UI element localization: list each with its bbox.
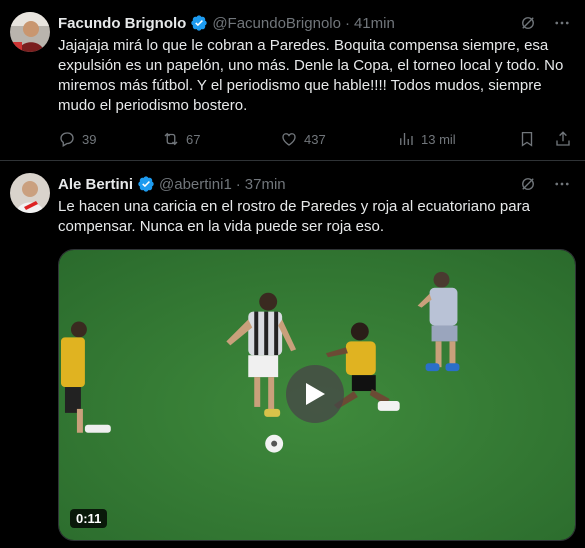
verified-badge-icon	[137, 175, 155, 193]
reply-button[interactable]: 39	[58, 130, 96, 148]
tweet-actions: 39 67 437 13 mil	[58, 130, 572, 150]
share-icon	[556, 131, 570, 146]
tweet[interactable]: Ale Bertini @abertini1 · 37min Le hacen …	[0, 161, 585, 548]
timestamp[interactable]: 37min	[245, 176, 286, 193]
timeline-feed: Facundo Brignolo @FacundoBrignolo · 41mi…	[0, 0, 585, 548]
reply-icon	[60, 132, 74, 147]
author-handle[interactable]: @FacundoBrignolo	[212, 15, 341, 32]
like-button[interactable]: 437	[280, 130, 326, 148]
grok-icon[interactable]	[519, 175, 537, 193]
more-icon[interactable]	[553, 175, 571, 193]
tweet-text: Le hacen una caricia en el rostro de Par…	[58, 198, 530, 235]
more-icon[interactable]	[553, 14, 571, 32]
avatar[interactable]	[10, 173, 50, 213]
like-count: 437	[304, 131, 326, 147]
tweet[interactable]: Facundo Brignolo @FacundoBrignolo · 41mi…	[0, 0, 585, 161]
play-icon	[306, 383, 325, 405]
views-icon	[400, 133, 413, 145]
author-name[interactable]: Facundo Brignolo	[58, 15, 186, 32]
tweet-text: Jajajaja mirá lo que le cobran a Paredes…	[58, 37, 564, 114]
bookmark-button[interactable]	[518, 130, 536, 148]
separator: ·	[344, 14, 350, 32]
play-button[interactable]	[286, 365, 344, 423]
share-button[interactable]	[554, 130, 572, 148]
video-player[interactable]: 0:11	[58, 249, 576, 541]
timestamp[interactable]: 41min	[354, 15, 395, 32]
author-name[interactable]: Ale Bertini	[58, 176, 133, 193]
tweet-header-actions	[519, 175, 571, 193]
grok-icon[interactable]	[519, 14, 537, 32]
reply-count: 39	[82, 131, 97, 147]
views-count: 13 mil	[421, 131, 456, 147]
tweet-header-actions	[519, 14, 571, 32]
like-icon	[282, 133, 296, 146]
retweet-count: 67	[186, 131, 201, 147]
retweet-button[interactable]: 67	[162, 130, 200, 148]
retweet-icon	[164, 132, 178, 146]
views-button[interactable]: 13 mil	[397, 130, 456, 148]
video-duration: 0:11	[70, 509, 108, 528]
avatar[interactable]	[10, 12, 50, 52]
bookmark-icon	[521, 131, 533, 147]
author-handle[interactable]: @abertini1	[159, 176, 232, 193]
tweet-header: Ale Bertini @abertini1 · 37min	[58, 173, 569, 195]
separator: ·	[235, 175, 241, 193]
tweet-header: Facundo Brignolo @FacundoBrignolo · 41mi…	[58, 12, 569, 34]
verified-badge-icon	[190, 14, 208, 32]
